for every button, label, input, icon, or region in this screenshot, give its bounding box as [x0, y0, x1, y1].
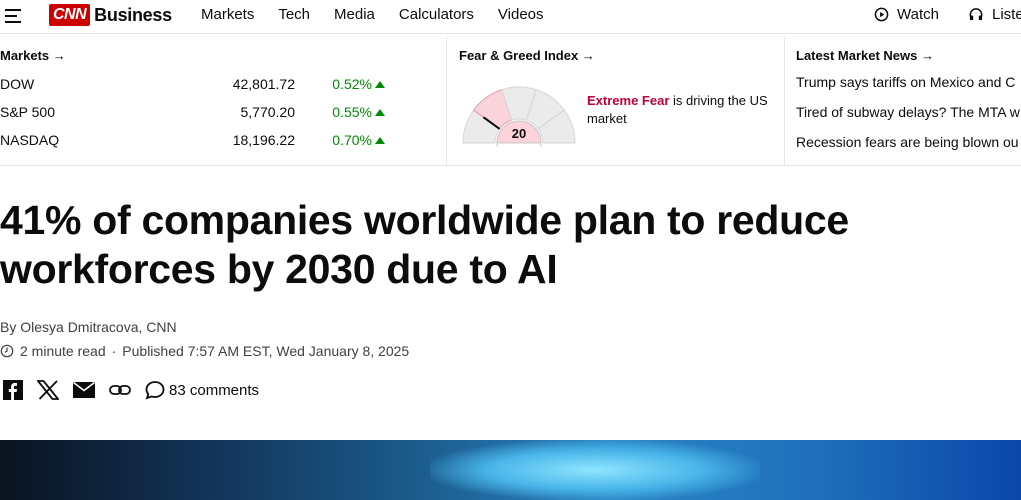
fear-greed-heading[interactable]: Fear & Greed Index → [459, 48, 595, 63]
email-icon[interactable] [73, 382, 95, 398]
up-arrow-icon [375, 108, 385, 116]
nav-tech[interactable]: Tech [278, 6, 310, 24]
market-row-sp500[interactable]: S&P 500 5,770.20 0.55% [0, 104, 420, 124]
nav-calculators[interactable]: Calculators [399, 6, 474, 24]
article-meta: 2 minute read · Published 7:57 AM EST, W… [0, 343, 409, 359]
headphones-icon [969, 8, 983, 21]
market-change-value: 0.70% [332, 132, 372, 148]
fear-greed-status: Extreme Fear [587, 93, 670, 108]
meta-separator: · [111, 343, 117, 359]
read-time: 2 minute read [20, 343, 106, 359]
cnn-business-logo[interactable]: CNN Business [49, 4, 172, 26]
market-value: 5,770.20 [240, 104, 296, 120]
market-name: NASDAQ [0, 132, 60, 148]
article-byline[interactable]: By Olesya Dmitracova, CNN [0, 319, 177, 335]
watch-button[interactable]: Watch [874, 6, 939, 23]
facebook-icon[interactable] [3, 380, 23, 400]
listen-button[interactable]: Liste [968, 6, 1021, 23]
market-value: 18,196.22 [232, 132, 295, 148]
cnn-logo: CNN [49, 4, 91, 26]
main-nav: Markets Tech Media Calculators Videos [201, 6, 568, 24]
market-row-nasdaq[interactable]: NASDAQ 18,196.22 0.70% [0, 132, 420, 152]
latest-news-panel: Latest Market News → Trump says tariffs … [785, 37, 1021, 165]
market-value: 42,801.72 [232, 76, 295, 92]
comments-button[interactable]: 83 comments [145, 380, 259, 400]
market-row-dow[interactable]: DOW 42,801.72 0.52% [0, 76, 420, 96]
fear-greed-gauge: 20 [462, 86, 576, 147]
markets-panel: Markets → DOW 42,801.72 0.52% S&P 500 5,… [0, 37, 447, 165]
news-item[interactable]: Recession fears are being blown ou [796, 134, 1019, 150]
up-arrow-icon [375, 136, 385, 144]
news-item[interactable]: Tired of subway delays? The MTA w [796, 104, 1020, 120]
nav-media[interactable]: Media [334, 6, 375, 24]
share-bar: 83 comments [3, 379, 259, 401]
nav-markets[interactable]: Markets [201, 6, 254, 24]
published-date: Published 7:57 AM EST, Wed January 8, 20… [122, 343, 410, 359]
market-change-value: 0.52% [332, 76, 372, 92]
market-change: 0.70% [332, 132, 385, 148]
nav-videos[interactable]: Videos [498, 6, 544, 24]
hero-image-chip-glow [430, 440, 760, 500]
comments-count: 83 comments [169, 381, 260, 399]
x-twitter-icon[interactable] [37, 380, 59, 400]
up-arrow-icon [375, 80, 385, 88]
watch-label: Watch [897, 6, 939, 23]
market-change: 0.55% [332, 104, 385, 120]
gauge-score: 20 [512, 126, 526, 141]
section-name: Business [94, 4, 172, 25]
market-name: S&P 500 [0, 104, 56, 120]
link-icon[interactable] [109, 383, 131, 397]
markets-heading[interactable]: Markets → [0, 48, 66, 63]
comment-icon [145, 381, 165, 400]
article-hero-image [0, 440, 1021, 500]
listen-label: Liste [992, 6, 1021, 23]
markets-strip: Markets → DOW 42,801.72 0.52% S&P 500 5,… [0, 37, 1021, 166]
fear-greed-panel[interactable]: Fear & Greed Index → 20 Extreme Fear is … [447, 37, 785, 165]
market-name: DOW [0, 76, 35, 92]
article-headline: 41% of companies worldwide plan to reduc… [0, 197, 849, 292]
play-circle-icon [874, 7, 889, 22]
menu-icon[interactable] [5, 9, 21, 23]
news-item[interactable]: Trump says tariffs on Mexico and C [796, 74, 1015, 90]
fear-greed-description: Extreme Fear is driving the US market [587, 92, 772, 128]
top-navigation-bar: CNN Business Markets Tech Media Calculat… [0, 0, 1021, 34]
market-change: 0.52% [332, 76, 385, 92]
clock-icon [0, 344, 14, 358]
market-change-value: 0.55% [332, 104, 372, 120]
latest-news-heading[interactable]: Latest Market News → [796, 48, 934, 63]
